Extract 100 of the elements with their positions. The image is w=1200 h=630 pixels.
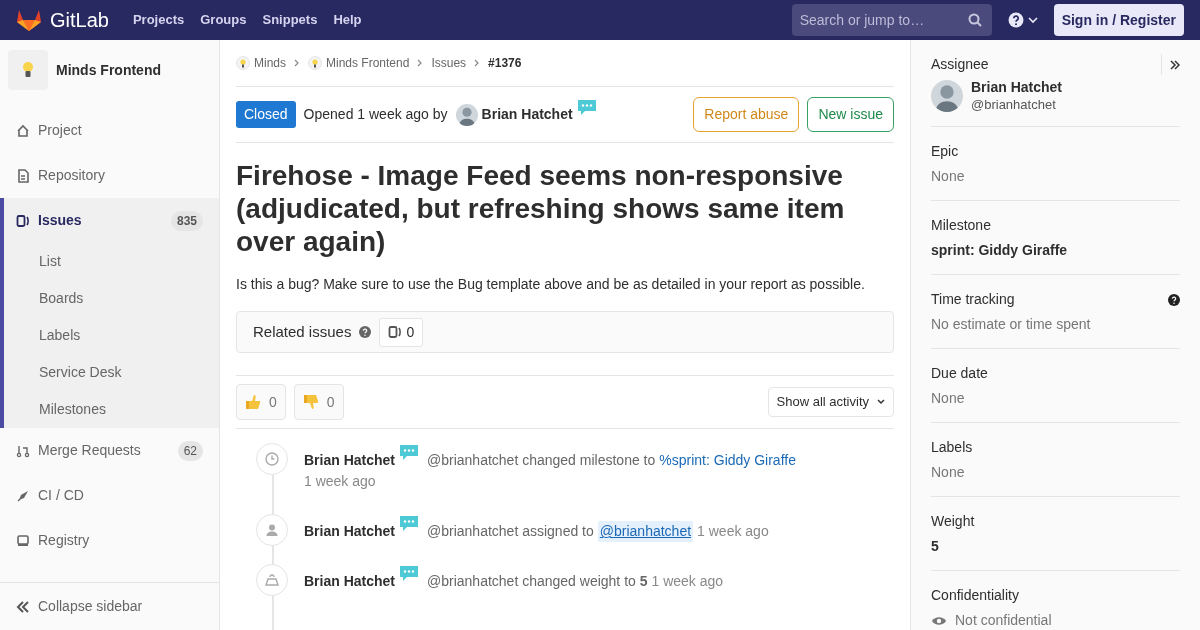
- submenu-item[interactable]: Boards: [4, 280, 219, 317]
- milestone-link[interactable]: %sprint: Giddy Giraffe: [659, 450, 796, 471]
- chevron-right-icon: [474, 59, 481, 67]
- submenu-item[interactable]: List: [4, 243, 219, 280]
- author-link[interactable]: Brian Hatchet: [304, 450, 396, 471]
- double-chevron-left-icon: [16, 600, 30, 613]
- speech-bubble-icon: [576, 99, 597, 116]
- field-value[interactable]: 5: [931, 536, 1180, 557]
- award-button[interactable]: 0: [236, 384, 286, 420]
- search-field[interactable]: Search or jump to…: [791, 4, 992, 36]
- assignee-name[interactable]: Brian Hatchet: [971, 79, 1063, 96]
- speech-bubble-icon: [399, 565, 420, 582]
- help-icon: [359, 326, 372, 338]
- chevron-right-icon: [294, 59, 300, 67]
- speech-bubble-icon: [399, 444, 420, 461]
- document-icon: [16, 168, 30, 183]
- lightbulb-icon: [22, 61, 34, 79]
- field-value: None: [931, 463, 966, 482]
- activity-filter-dropdown[interactable]: Show all activity: [767, 387, 894, 417]
- field-label: Confidentiality: [931, 586, 1019, 605]
- sidebar-item[interactable]: Project: [0, 108, 219, 153]
- expand-sidebar-button[interactable]: [1161, 54, 1180, 75]
- author-link[interactable]: Brian Hatchet: [304, 571, 396, 592]
- activity-text: @brianhatchet assigned to: [427, 522, 594, 541]
- chevron-down-icon: [877, 399, 885, 405]
- merge-request-icon: [16, 443, 30, 458]
- field-label: Labels: [931, 438, 973, 457]
- fox-logo-icon: [16, 8, 42, 32]
- opened-text: Opened 1 week ago by: [303, 105, 448, 124]
- double-chevron-right-icon: [1170, 60, 1180, 71]
- help-icon: [1007, 12, 1024, 28]
- clock-icon: [265, 452, 279, 466]
- count-badge: 835: [170, 210, 203, 231]
- field-value: No estimate or time spent: [931, 315, 1092, 334]
- sign-in-button[interactable]: Sign in / Register: [1053, 4, 1184, 36]
- breadcrumb-link[interactable]: Issues: [431, 54, 467, 72]
- field-label: Assignee: [931, 55, 989, 74]
- breadcrumb-link[interactable]: Minds: [236, 54, 286, 72]
- timestamp: 1 week ago: [304, 473, 376, 489]
- user-avatar: [931, 80, 963, 112]
- registry-icon: [16, 533, 30, 548]
- eye-icon: [931, 614, 947, 627]
- assignee-username: @brianhatchet: [971, 96, 1057, 113]
- help-icon: [1168, 293, 1180, 306]
- project-name[interactable]: Minds Frontend: [56, 59, 161, 81]
- lightbulb-icon: [240, 58, 246, 68]
- search-icon: [967, 13, 982, 27]
- user-icon: [265, 523, 279, 537]
- field-value: Not confidential: [955, 611, 1052, 630]
- nav-link[interactable]: Help: [333, 10, 362, 30]
- sidebar-item[interactable]: Issues 835: [4, 198, 219, 243]
- author-link[interactable]: Brian Hatchet: [481, 104, 573, 125]
- count-badge: 62: [177, 440, 203, 461]
- field-label: Weight: [931, 512, 975, 531]
- user-mention-link[interactable]: @brianhatchet: [597, 521, 694, 542]
- field-label: Time tracking: [931, 290, 1015, 309]
- help-dropdown[interactable]: [1007, 12, 1038, 28]
- issue-title: Firehose - Image Feed seems non-responsive (adjudicated, but refreshing shows same item over again): [236, 159, 846, 258]
- chevron-right-icon: [417, 59, 424, 67]
- field-label: Due date: [931, 364, 988, 383]
- issue-description: Is this a bug? Make sure to use the Bug template above and be as detailed in your report as possible.: [236, 275, 866, 294]
- sidebar-item[interactable]: Registry: [0, 518, 219, 563]
- submenu-item[interactable]: Service Desk: [4, 354, 219, 391]
- award-button[interactable]: 0: [293, 384, 344, 420]
- speech-bubble-icon: [399, 515, 420, 532]
- brand-name[interactable]: GitLab: [50, 5, 109, 35]
- thumbs-down-icon: [302, 393, 319, 411]
- rocket-icon: [16, 488, 30, 503]
- new-issue-button[interactable]: New issue: [807, 97, 894, 132]
- chevron-down-icon: [1027, 16, 1038, 24]
- issues-icon: [388, 325, 403, 339]
- sidebar-item[interactable]: Merge Requests 62: [0, 428, 219, 473]
- field-value[interactable]: sprint: Giddy Giraffe: [931, 240, 1180, 261]
- field-label: Milestone: [931, 216, 991, 235]
- nav-link[interactable]: Snippets: [262, 10, 318, 30]
- submenu-item[interactable]: Labels: [4, 317, 219, 354]
- issues-icon: [16, 213, 30, 228]
- weight-icon: [265, 573, 279, 587]
- timestamp: 1 week ago: [697, 522, 769, 541]
- breadcrumb-link[interactable]: #1376: [488, 54, 522, 72]
- lightbulb-icon: [312, 58, 318, 68]
- field-label: Epic: [931, 142, 959, 161]
- submenu-item[interactable]: Milestones: [4, 391, 219, 428]
- issue-count-badge: 0: [379, 317, 424, 347]
- thumbs-up-icon: [245, 393, 261, 411]
- author-link[interactable]: Brian Hatchet: [304, 521, 396, 542]
- status-badge: Closed: [236, 101, 296, 128]
- field-value: None: [931, 389, 966, 408]
- field-value: None: [931, 167, 966, 186]
- user-avatar: [455, 103, 478, 126]
- breadcrumb-link[interactable]: Minds Frontend: [308, 54, 410, 72]
- sidebar-item[interactable]: Repository: [0, 153, 219, 198]
- nav-link[interactable]: Projects: [132, 10, 185, 30]
- home-icon: [16, 123, 30, 138]
- activity-text: @brianhatchet changed weight to 5: [427, 572, 648, 591]
- nav-link[interactable]: Groups: [200, 10, 247, 30]
- sidebar-item[interactable]: CI / CD: [0, 473, 219, 518]
- activity-text: @brianhatchet changed milestone to: [427, 451, 656, 470]
- related-issues-label: Related issues: [253, 321, 352, 342]
- timestamp: 1 week ago: [651, 572, 724, 591]
